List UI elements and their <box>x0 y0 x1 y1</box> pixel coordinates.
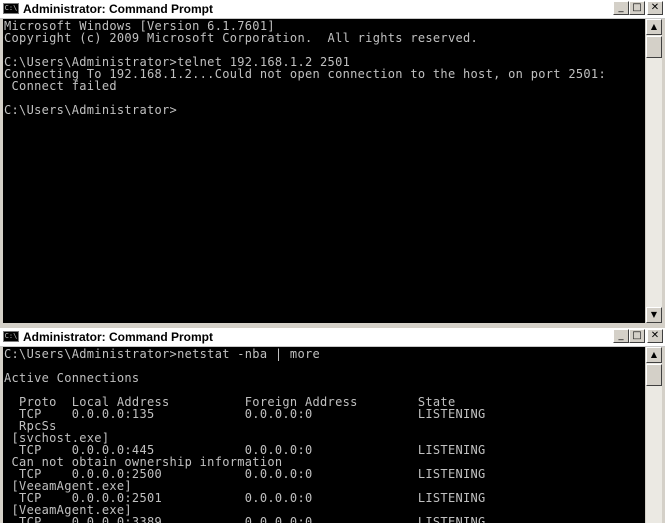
scrollbar-thumb[interactable] <box>646 364 662 386</box>
cmd-icon[interactable]: C:\ <box>3 3 19 14</box>
window-title: Administrator: Command Prompt <box>23 2 214 16</box>
maximize-button[interactable]: □ <box>629 1 645 15</box>
scroll-up-arrow-icon[interactable]: ▲ <box>646 19 662 35</box>
vertical-scrollbar[interactable]: ▲ ▼ <box>646 19 662 323</box>
close-button[interactable]: ✕ <box>647 1 663 15</box>
minimize-button[interactable]: _ <box>613 1 629 15</box>
console-text: C:\Users\Administrator>netstat -nba | mo… <box>4 347 486 523</box>
command-prompt-window-bottom[interactable]: C:\ Administrator: Command Prompt _ □ ✕ … <box>0 328 665 523</box>
console-output[interactable]: C:\Users\Administrator>netstat -nba | mo… <box>3 347 645 523</box>
close-button[interactable]: ✕ <box>647 329 663 343</box>
cmd-icon[interactable]: C:\ <box>3 331 19 342</box>
window-title: Administrator: Command Prompt <box>23 330 214 344</box>
title-bar[interactable]: C:\ Administrator: Command Prompt _ □ ✕ <box>0 0 665 19</box>
console-output[interactable]: Microsoft Windows [Version 6.1.7601] Cop… <box>3 19 645 323</box>
scroll-up-arrow-icon[interactable]: ▲ <box>646 347 662 363</box>
command-prompt-window-top[interactable]: C:\ Administrator: Command Prompt _ □ ✕ … <box>0 0 665 327</box>
minimize-button[interactable]: _ <box>613 329 629 343</box>
title-bar[interactable]: C:\ Administrator: Command Prompt _ □ ✕ <box>0 328 665 347</box>
scrollbar-thumb[interactable] <box>646 36 662 58</box>
scroll-down-arrow-icon[interactable]: ▼ <box>646 307 662 323</box>
vertical-scrollbar[interactable]: ▲ <box>646 347 662 523</box>
window-border <box>0 323 665 327</box>
maximize-button[interactable]: □ <box>629 329 645 343</box>
console-text: Microsoft Windows [Version 6.1.7601] Cop… <box>4 19 606 117</box>
